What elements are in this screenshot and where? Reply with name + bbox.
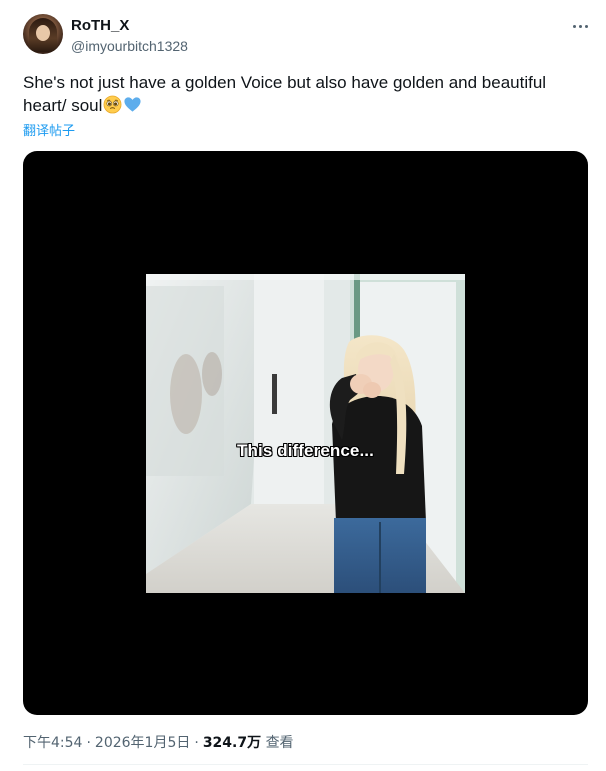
meta-separator: ·: [194, 735, 199, 751]
translate-post-link[interactable]: 翻译帖子: [23, 120, 75, 139]
more-dot-icon: [578, 24, 582, 28]
video-frame: This difference...: [146, 274, 465, 593]
avatar[interactable]: [23, 14, 63, 54]
video-still-image: [146, 274, 465, 593]
tweet-date[interactable]: 2026年1月5日: [95, 735, 190, 751]
tweet-meta: 下午4:54 · 2026年1月5日 · 324.7万 查看: [23, 734, 294, 752]
author-display-name[interactable]: RoTH_X: [71, 17, 129, 35]
author-handle[interactable]: @imyourbitch1328: [71, 37, 188, 55]
views-count[interactable]: 324.7万: [203, 735, 261, 751]
tweet-card: RoTH_X @imyourbitch1328 She's not just h…: [0, 0, 606, 771]
pleading-face-emoji-icon: [103, 95, 122, 114]
more-dot-icon: [584, 24, 588, 28]
more-options-button[interactable]: [566, 12, 594, 40]
more-dot-icon: [572, 24, 576, 28]
tweet-time[interactable]: 下午4:54: [23, 735, 82, 751]
meta-separator: ·: [86, 735, 91, 751]
divider: [23, 764, 588, 765]
tweet-text: She's not just have a golden Voice but a…: [23, 73, 547, 115]
views-label: 查看: [265, 735, 294, 751]
tweet-text-block: She's not just have a golden Voice but a…: [23, 71, 583, 117]
video-caption: This difference...: [237, 441, 374, 460]
media-video[interactable]: This difference...: [23, 151, 588, 715]
blue-heart-emoji-icon: [124, 97, 141, 112]
